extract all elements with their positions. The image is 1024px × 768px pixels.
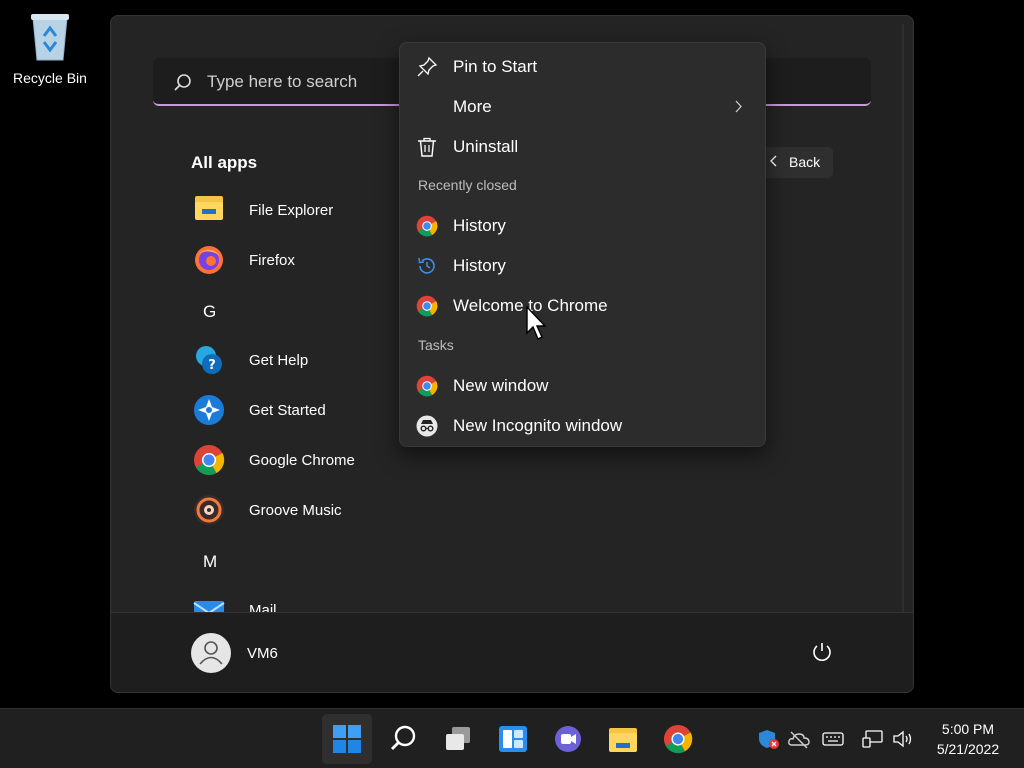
chevron-left-icon bbox=[770, 155, 777, 167]
start-button[interactable] bbox=[322, 714, 372, 764]
app-label: Firefox bbox=[249, 252, 295, 269]
search-placeholder: Type here to search bbox=[207, 72, 358, 91]
app-label: Mail bbox=[249, 602, 277, 612]
tasks-heading: Tasks bbox=[418, 337, 454, 353]
recently-closed-label: History bbox=[453, 216, 506, 235]
app-label: File Explorer bbox=[249, 202, 334, 219]
user-name[interactable]: VM6 bbox=[247, 645, 278, 662]
teams-chat-button[interactable] bbox=[543, 714, 593, 764]
clock[interactable]: 5:00 PM 5/21/2022 bbox=[926, 719, 1010, 759]
recently-closed-item[interactable]: Welcome to Chrome bbox=[400, 287, 765, 323]
start-icon bbox=[333, 725, 361, 753]
app-label: Get Help bbox=[249, 352, 309, 369]
user-icon bbox=[199, 641, 223, 665]
user-avatar[interactable] bbox=[191, 633, 231, 673]
power-icon[interactable] bbox=[811, 641, 833, 663]
recently-closed-item[interactable]: History bbox=[400, 247, 765, 283]
taskbar: 5:00 PM 5/21/2022 bbox=[0, 708, 1024, 768]
widgets-icon bbox=[499, 726, 527, 752]
get-help-icon: ? bbox=[196, 346, 222, 374]
widgets-button[interactable] bbox=[488, 714, 538, 764]
recycle-bin-shortcut[interactable]: Recycle Bin bbox=[8, 8, 92, 86]
uninstall-label: Uninstall bbox=[453, 137, 519, 156]
letter-heading-g[interactable]: G bbox=[203, 302, 216, 322]
clock-date: 5/21/2022 bbox=[936, 741, 1000, 757]
folder-icon bbox=[195, 196, 223, 220]
taskbar-search-button[interactable] bbox=[378, 714, 428, 764]
new-window-item[interactable]: New window bbox=[400, 367, 765, 403]
back-button[interactable]: Back bbox=[759, 147, 833, 178]
all-apps-heading: All apps bbox=[191, 153, 258, 172]
search-icon bbox=[174, 74, 191, 91]
chrome-icon bbox=[194, 445, 225, 476]
trash-icon bbox=[418, 137, 436, 157]
recently-closed-item[interactable]: History bbox=[400, 207, 765, 243]
keyboard-icon[interactable] bbox=[822, 729, 844, 749]
pin-to-start-label: Pin to Start bbox=[453, 57, 538, 76]
recycle-bin-icon bbox=[27, 10, 73, 62]
app-groove-music[interactable]: Groove Music bbox=[189, 488, 489, 534]
onedrive-offline-icon[interactable] bbox=[788, 729, 810, 749]
task-view-button[interactable] bbox=[433, 714, 483, 764]
context-menu: Pin to Start More Uninstall Recently clo… bbox=[399, 42, 766, 447]
groove-music-icon bbox=[194, 495, 224, 525]
chevron-right-icon bbox=[735, 100, 742, 113]
more-item[interactable]: More bbox=[400, 88, 765, 124]
network-icon[interactable] bbox=[862, 729, 884, 749]
pin-icon bbox=[417, 56, 438, 77]
start-footer: VM6 bbox=[111, 612, 913, 692]
app-label: Groove Music bbox=[249, 502, 342, 519]
recently-closed-label: History bbox=[453, 256, 506, 275]
incognito-icon bbox=[416, 415, 438, 437]
scrollbar[interactable] bbox=[902, 24, 904, 684]
get-started-icon bbox=[194, 395, 224, 425]
teams-chat-icon bbox=[555, 726, 581, 752]
back-label: Back bbox=[789, 154, 821, 170]
app-mail[interactable]: Mail bbox=[189, 588, 489, 612]
pin-to-start-item[interactable]: Pin to Start bbox=[400, 48, 765, 84]
letter-heading-m[interactable]: M bbox=[203, 552, 217, 572]
chrome-taskbar-button[interactable] bbox=[653, 714, 703, 764]
file-explorer-button[interactable] bbox=[598, 714, 648, 764]
new-window-label: New window bbox=[453, 376, 549, 395]
clock-time: 5:00 PM bbox=[941, 721, 995, 737]
volume-icon[interactable] bbox=[892, 729, 914, 749]
app-label: Google Chrome bbox=[249, 452, 355, 469]
recycle-bin-label: Recycle Bin bbox=[13, 70, 87, 86]
chrome-icon bbox=[416, 375, 438, 397]
new-incognito-window-item[interactable]: New Incognito window bbox=[400, 407, 765, 443]
search-icon bbox=[391, 725, 416, 750]
app-label: Get Started bbox=[249, 402, 326, 419]
mail-icon bbox=[193, 601, 225, 612]
new-incognito-window-label: New Incognito window bbox=[453, 416, 623, 435]
uninstall-item[interactable]: Uninstall bbox=[400, 128, 765, 164]
file-explorer-icon bbox=[609, 728, 637, 752]
security-warning-icon[interactable] bbox=[758, 729, 780, 749]
more-label: More bbox=[453, 97, 492, 116]
chrome-icon bbox=[663, 724, 693, 754]
mouse-cursor-icon bbox=[526, 306, 547, 340]
chrome-icon bbox=[416, 295, 438, 317]
history-icon bbox=[418, 257, 435, 274]
firefox-icon bbox=[195, 246, 223, 274]
task-view-icon bbox=[446, 727, 470, 750]
svg-text:?: ? bbox=[208, 358, 216, 373]
recently-closed-heading: Recently closed bbox=[418, 177, 517, 193]
chrome-icon bbox=[416, 215, 438, 237]
